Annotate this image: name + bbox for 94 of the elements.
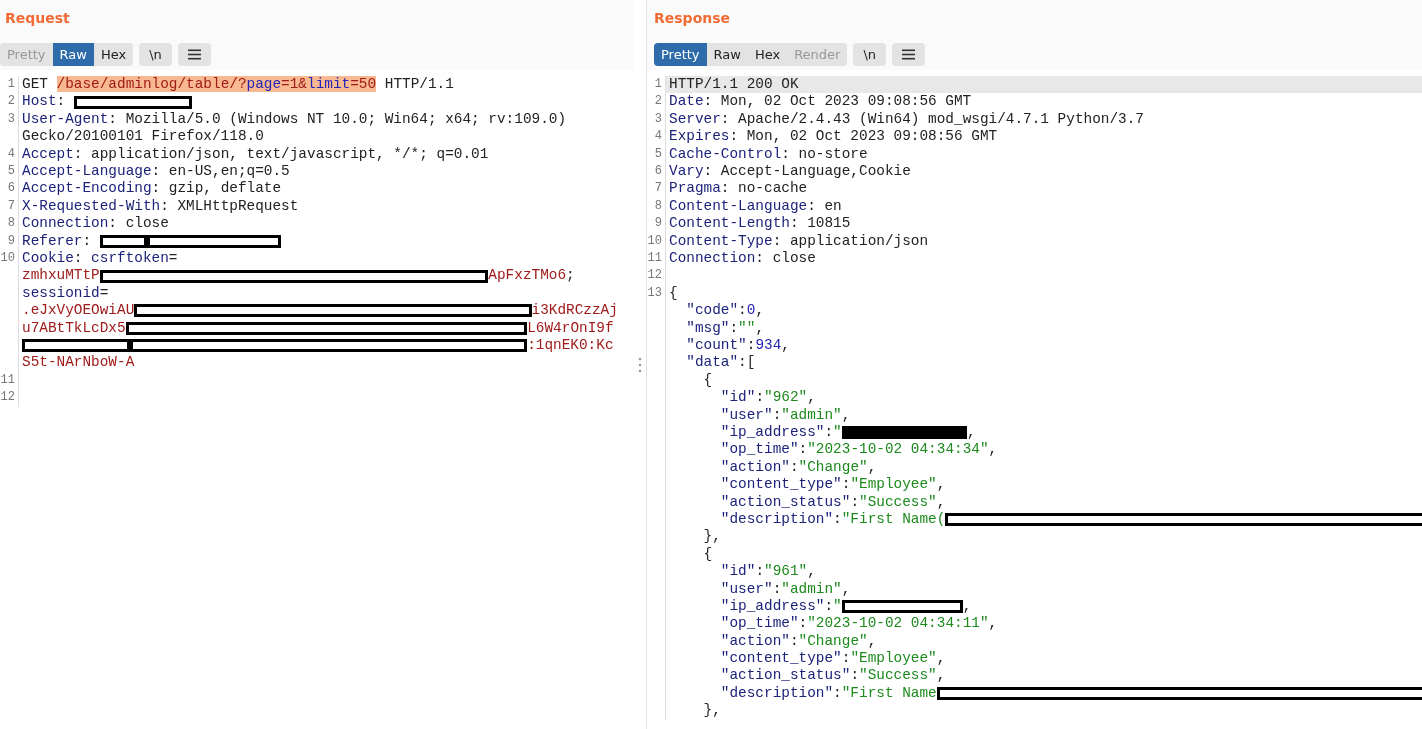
code-line: Cache-Control: no-store [669, 145, 868, 164]
code-line: .eJxVyOEOwiAU [22, 302, 135, 320]
code-line: HTTP/1.1 200 OK [669, 76, 799, 94]
panel-title: Response [653, 9, 731, 28]
code-line: { [669, 284, 678, 303]
code-line: "id":"961", [719, 563, 816, 581]
code-line: Pragma: no-cache [669, 180, 808, 198]
code-line: "description":"First Name [719, 684, 937, 703]
code-line: Vary: Accept-Language,Cookie [669, 163, 911, 181]
code-line: "ip_address":" [719, 424, 842, 442]
code-line: "id":"962", [719, 389, 816, 407]
line-number: 12 [0, 390, 16, 405]
code-line: Host: [22, 93, 67, 111]
line-number: 5 [7, 164, 16, 178]
code-line: Cookie: csrftoken= [22, 250, 178, 268]
code-line: "content_type":"Employee", [719, 650, 946, 668]
line-number: 8 [654, 198, 663, 213]
code-line: "code":0, [685, 302, 765, 320]
newline-toggle-button[interactable]: \n [853, 43, 887, 66]
code-line: "msg":"", [685, 319, 765, 338]
menu-button[interactable] [177, 43, 211, 66]
code-line: Content-Type: application/json [669, 232, 929, 251]
line-number: 7 [7, 198, 16, 213]
code-line: "op_time":"2023-10-02 04:34:34", [719, 441, 998, 459]
line-number: 2 [7, 94, 16, 109]
code-line: "user":"admin", [719, 406, 851, 424]
code-line: zmhxuMTtP [22, 267, 100, 285]
code-line: sessionid= [22, 284, 109, 303]
code-line: Accept-Encoding: gzip, deflate [22, 180, 282, 198]
code-line: { [702, 371, 713, 390]
code-line: Expires: Mon, 02 Oct 2023 09:08:56 GMT [669, 128, 998, 146]
line-number: 7 [654, 181, 663, 196]
view-tab[interactable]: Pretty [654, 43, 707, 66]
code-line: "action":"Change", [719, 632, 877, 651]
code-line: "count":934, [685, 337, 790, 355]
code-line: Content-Length: 10815 [669, 215, 851, 233]
line-number: 1 [7, 77, 16, 91]
code-line: Date: Mon, 02 Oct 2023 09:08:56 GMT [669, 93, 972, 111]
code-line: "action_status":"Success", [719, 667, 946, 685]
menu-icon [902, 49, 916, 60]
line-number: 2 [654, 94, 663, 109]
code-line: Connection: close [22, 215, 169, 233]
code-line: , [962, 597, 972, 616]
code-line: Accept: application/json, text/javascript, */*; q=0.01 [22, 145, 489, 163]
code-line: "ip_address":" [719, 597, 842, 616]
code-line: i3KdRCzzAj [531, 302, 618, 320]
panel-title: Request [4, 9, 70, 28]
code-line: }, [702, 702, 721, 720]
code-line: S5t-NArNboW-A [22, 354, 135, 372]
line-number: 4 [7, 146, 16, 161]
code-line: "user":"admin", [719, 580, 851, 598]
menu-button[interactable] [892, 43, 926, 66]
code-line: Server: Apache/2.4.43 (Win64) mod_wsgi/4.7.1 Python/3.7 [669, 110, 1144, 129]
code-line: Accept-Language: en-US,en;q=0.5 [22, 163, 290, 181]
line-number: 10 [0, 251, 16, 266]
code-line: , [966, 424, 976, 442]
code-line: "op_time":"2023-10-02 04:34:11", [719, 615, 998, 633]
code-line: "description":"First Name( [719, 510, 946, 529]
code-line: ApFxzTMo6; [488, 267, 575, 285]
line-number: 13 [647, 285, 663, 300]
code-line: { [702, 545, 713, 564]
newline-toggle-button[interactable]: \n [139, 43, 172, 66]
line-number: 3 [7, 111, 16, 126]
code-line: Gecko/20100101 Firefox/118.0 [22, 128, 264, 146]
line-number: 9 [654, 216, 663, 231]
code-line: X-Requested-With: XMLHttpRequest [22, 197, 299, 216]
line-number: 11 [647, 251, 663, 266]
menu-icon [187, 49, 201, 60]
code-line: :1qnEK0:Kc [527, 337, 614, 355]
line-number: 10 [647, 233, 663, 248]
code-line: L6W4rOnI9f [527, 319, 614, 337]
line-number: 5 [654, 146, 663, 161]
code-line: "action":"Change", [719, 458, 877, 477]
code-line: GET /base/adminlog/table/?page=1&limit=50 HTTP/1.1 [22, 76, 454, 94]
code-line: Content-Language: en [669, 197, 842, 216]
code-line: "data":[ [685, 354, 756, 372]
line-number: 4 [654, 129, 663, 144]
line-number: 11 [0, 372, 16, 387]
code-line: Referer: [22, 232, 93, 251]
code-line: User-Agent: Mozilla/5.0 (Windows NT 10.0; Win64; x64; rv:109.0) [22, 110, 567, 129]
view-tab[interactable]: Raw [52, 43, 94, 66]
code-line: }, [702, 528, 721, 546]
line-number: 6 [7, 181, 16, 196]
line-number: 1 [654, 77, 663, 91]
code-line: Connection: close [669, 250, 816, 268]
line-number: 12 [647, 268, 663, 283]
drag-handle-icon[interactable] [638, 356, 642, 373]
line-number: 3 [654, 111, 663, 126]
code-line: "action_status":"Success", [719, 493, 946, 511]
code-line: u7ABtTkLcDx5 [22, 319, 126, 337]
line-number: 8 [7, 216, 16, 231]
line-number: 9 [7, 233, 16, 248]
code-line: "content_type":"Employee", [719, 476, 946, 494]
line-number: 6 [654, 164, 663, 179]
